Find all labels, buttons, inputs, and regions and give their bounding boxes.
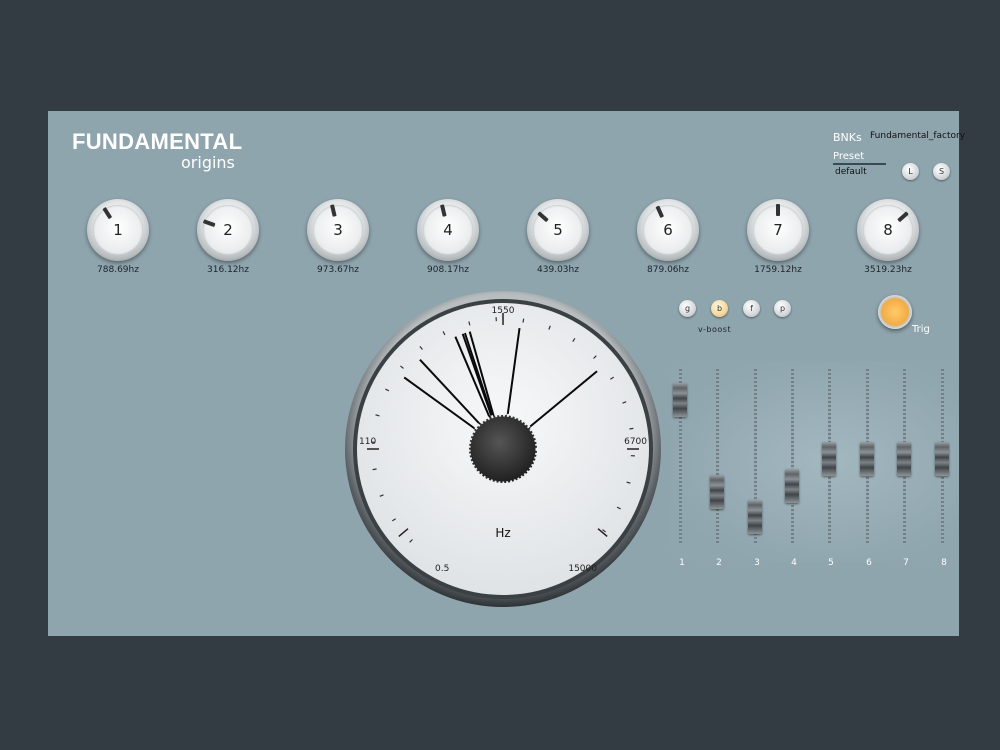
knob-frequency: 973.67hz <box>317 265 359 275</box>
knob-frequency: 788.69hz <box>97 265 139 275</box>
knob-7[interactable]: 7 <box>747 199 809 261</box>
knob-4[interactable]: 4 <box>417 199 479 261</box>
scale-label-bottom-right: 15000 <box>568 564 597 574</box>
knob-label: 2 <box>223 221 233 239</box>
fader-handle[interactable] <box>897 442 911 477</box>
fader-panel <box>670 361 959 561</box>
knob-8[interactable]: 8 <box>857 199 919 261</box>
scale-label-right: 6700 <box>624 437 647 447</box>
bank-selector[interactable]: Fundamental_factory <box>870 131 965 141</box>
vboost-p-button[interactable]: p <box>774 300 791 317</box>
vboost-b-button[interactable]: b <box>711 300 728 317</box>
fader-label: 6 <box>866 558 872 568</box>
fader-handle[interactable] <box>860 442 874 477</box>
fader-handle[interactable] <box>748 500 762 535</box>
knob-frequency: 316.12hz <box>207 265 249 275</box>
knob-label: 1 <box>113 221 123 239</box>
knob-label: 6 <box>663 221 673 239</box>
knob-label: 7 <box>773 221 783 239</box>
scale-label-left: 110 <box>359 437 376 447</box>
fader-track[interactable] <box>791 369 794 544</box>
fader-handle[interactable] <box>822 442 836 477</box>
knob-2[interactable]: 2 <box>197 199 259 261</box>
knob-label: 4 <box>443 221 453 239</box>
bnks-label: BNKs <box>833 131 862 144</box>
fader-label: 2 <box>716 558 722 568</box>
gauge-hub <box>467 413 539 485</box>
save-button[interactable]: S <box>933 163 950 180</box>
knob-1[interactable]: 1 <box>87 199 149 261</box>
fader-label: 5 <box>828 558 834 568</box>
knob-3[interactable]: 3 <box>307 199 369 261</box>
logo-subtitle: origins <box>181 153 235 172</box>
knob-frequency: 1759.12hz <box>754 265 802 275</box>
vboost-g-button[interactable]: g <box>679 300 696 317</box>
vboost-f-button[interactable]: f <box>743 300 760 317</box>
knob-frequency: 3519.23hz <box>864 265 912 275</box>
fader-handle[interactable] <box>785 469 799 504</box>
scale-label-bottom-left: 0.5 <box>435 564 449 574</box>
knob-label: 5 <box>553 221 563 239</box>
frequency-gauge: 1550 110 6700 0.5 15000 Hz <box>345 291 661 607</box>
fader-track[interactable] <box>716 369 719 544</box>
preset-label: Preset <box>833 151 865 162</box>
gauge-tick <box>629 427 634 430</box>
gauge-tick <box>522 318 525 323</box>
fader-label: 3 <box>754 558 760 568</box>
knob-frequency: 879.06hz <box>647 265 689 275</box>
knob-6[interactable]: 6 <box>637 199 699 261</box>
vboost-label: v-boost <box>698 325 732 334</box>
fader-label: 4 <box>791 558 797 568</box>
gauge-tick <box>372 468 377 471</box>
knob-frequency: 908.17hz <box>427 265 469 275</box>
fader-handle[interactable] <box>710 474 724 509</box>
knob-label: 8 <box>883 221 893 239</box>
preset-divider <box>833 163 886 165</box>
trig-button[interactable] <box>878 295 912 329</box>
load-button[interactable]: L <box>902 163 919 180</box>
fader-handle[interactable] <box>935 442 949 477</box>
knob-frequency: 439.03hz <box>537 265 579 275</box>
logo-title: FUNDAMENTAL <box>72 129 243 154</box>
fader-label: 8 <box>941 558 947 568</box>
fader-label: 1 <box>679 558 685 568</box>
knob-5[interactable]: 5 <box>527 199 589 261</box>
fader-handle[interactable] <box>673 383 687 418</box>
gauge-unit: Hz <box>495 526 510 540</box>
scale-label-top: 1550 <box>492 306 515 316</box>
fader-label: 7 <box>903 558 909 568</box>
synth-panel: FUNDAMENTAL origins BNKs Fundamental_fac… <box>48 111 965 636</box>
trig-label: Trig <box>912 324 930 335</box>
preset-selector[interactable]: default <box>835 167 867 177</box>
knob-label: 3 <box>333 221 343 239</box>
